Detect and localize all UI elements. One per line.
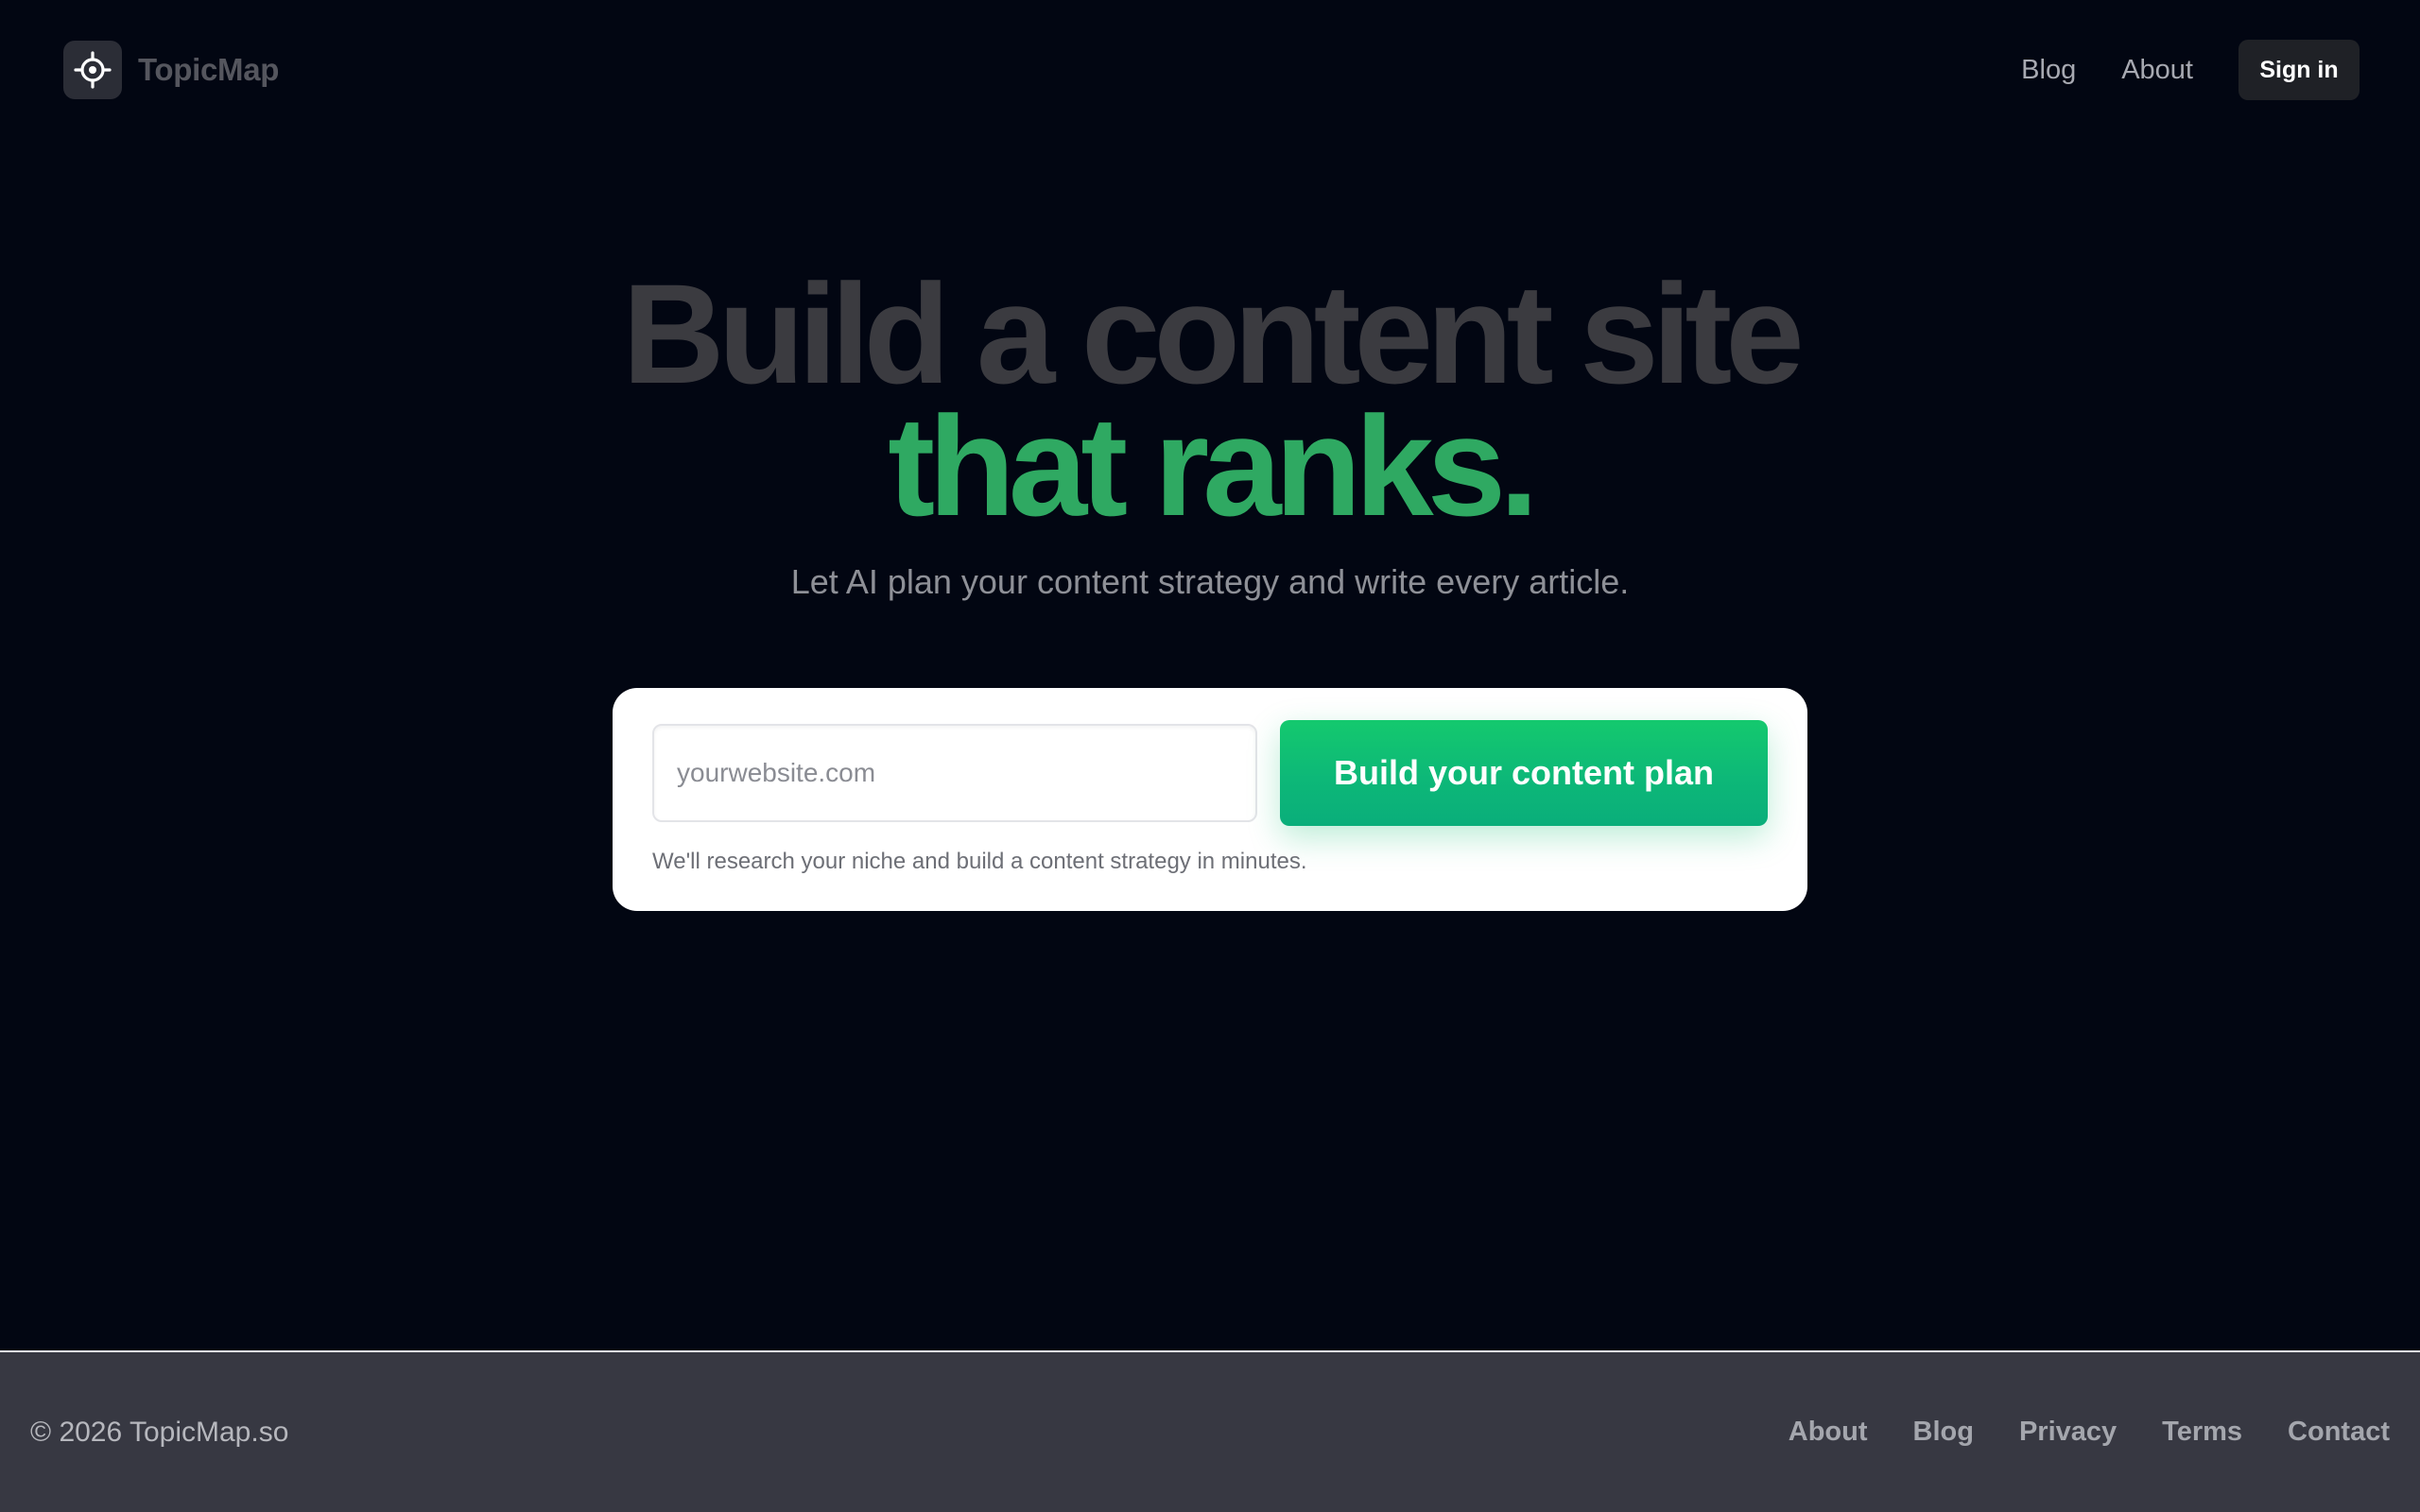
- signup-card: Build your content plan We'll research y…: [613, 688, 1807, 911]
- footer-link-terms[interactable]: Terms: [2162, 1417, 2242, 1448]
- footer-links: About Blog Privacy Terms Contact: [1743, 1417, 2390, 1448]
- main-nav: Blog About Sign in: [2021, 40, 2360, 100]
- nav-link-about[interactable]: About: [2121, 55, 2193, 86]
- crosshair-target-icon: [74, 51, 112, 89]
- footer-link-about[interactable]: About: [1789, 1417, 1868, 1448]
- brand-home-link[interactable]: TopicMap: [63, 41, 279, 99]
- footer-link-blog[interactable]: Blog: [1913, 1417, 1974, 1448]
- hero-headline-line-2: that ranks.: [888, 387, 1539, 545]
- top-nav: TopicMap Blog About Sign in: [0, 0, 2420, 140]
- copyright-text: © 2026 TopicMap.so: [30, 1417, 289, 1448]
- page: TopicMap Blog About Sign in Build a cont…: [0, 0, 2420, 1512]
- hero-subtitle: Let AI plan your content strategy and wr…: [790, 562, 1630, 601]
- nav-link-blog[interactable]: Blog: [2021, 55, 2076, 86]
- brand-name: TopicMap: [138, 52, 280, 87]
- website-url-input[interactable]: [652, 724, 1257, 822]
- footer: © 2026 TopicMap.so About Blog Privacy Te…: [0, 1350, 2420, 1512]
- footer-link-contact[interactable]: Contact: [2288, 1417, 2390, 1448]
- helper-text: We'll research your niche and build a co…: [652, 849, 1307, 874]
- sign-in-button[interactable]: Sign in: [2238, 40, 2360, 100]
- footer-link-privacy[interactable]: Privacy: [2019, 1417, 2117, 1448]
- hero-headline-line-1: Build a content site: [622, 254, 1804, 413]
- build-content-plan-button[interactable]: Build your content plan: [1280, 720, 1768, 826]
- logo: [63, 41, 122, 99]
